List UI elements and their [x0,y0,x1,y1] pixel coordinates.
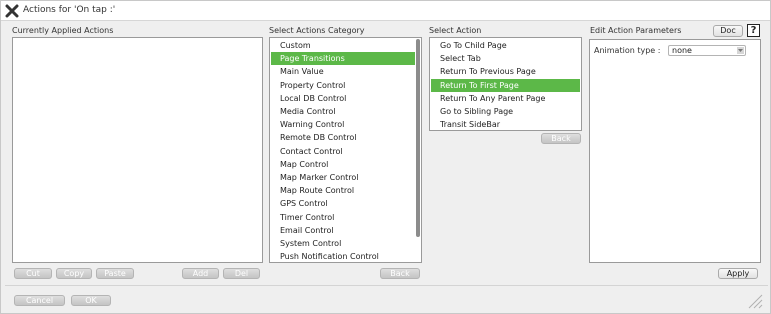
action-list-item[interactable]: Go To Child Page [431,39,580,52]
category-scrollbar[interactable] [416,39,420,237]
category-list-item[interactable]: Warning Control [271,118,415,131]
dialog-title: Actions for 'On tap :' [23,5,116,15]
category-list-item[interactable]: Email Control [271,224,415,237]
category-list-item[interactable]: Timer Control [271,211,415,224]
footer-divider [5,285,768,286]
category-list-item[interactable]: Main Value [271,65,415,78]
action-list-item[interactable]: Go to Sibling Page [431,105,580,118]
paste-button[interactable]: Paste [96,268,134,279]
apply-button[interactable]: Apply [718,268,758,279]
category-heading: Select Actions Category [269,26,365,35]
category-list-item[interactable]: Map Control [271,158,415,171]
category-list-item[interactable]: GPS Control [271,197,415,210]
action-list-item[interactable]: Return To Any Parent Page [431,92,580,105]
category-list-item[interactable]: Local DB Control [271,92,415,105]
action-list-item[interactable]: Return To First Page [431,78,580,92]
animation-type-value: none [672,46,692,55]
cancel-button[interactable]: Cancel [14,295,65,306]
cut-button[interactable]: Cut [14,268,52,279]
params-panel: Animation type : none [589,39,761,263]
category-list-item[interactable]: Map Route Control [271,184,415,197]
actions-dialog: Actions for 'On tap :' Currently Applied… [0,0,771,314]
delete-button[interactable]: Del [223,268,260,279]
category-list-item[interactable]: System Control [271,237,415,250]
title-bar: Actions for 'On tap :' [1,1,770,21]
applied-actions-list[interactable] [12,37,263,263]
action-back-button[interactable]: Back [541,133,581,144]
params-heading: Edit Action Parameters [590,26,682,35]
resize-grip-icon[interactable] [745,291,763,309]
add-button[interactable]: Add [182,268,219,279]
applied-actions-heading: Currently Applied Actions [12,26,114,35]
doc-button[interactable]: Doc [713,25,743,37]
close-icon[interactable] [5,4,19,18]
category-back-button[interactable]: Back [380,268,420,279]
animation-type-select[interactable]: none [668,45,746,56]
copy-button[interactable]: Copy [56,268,92,279]
category-list-item[interactable]: Property Control [271,79,415,92]
action-list-item[interactable]: Transit SideBar [431,118,580,130]
category-list-item[interactable]: Remote DB Control [271,131,415,144]
action-heading: Select Action [429,26,482,35]
action-list[interactable]: Go To Child Page Select Tab Return To Prev… [429,37,582,131]
category-list-item[interactable]: Page Transitions [271,52,415,66]
category-list-item[interactable]: Contact Control [271,145,415,158]
help-icon[interactable]: ? [747,24,760,37]
category-list-item[interactable]: Media Control [271,105,415,118]
category-list-item[interactable]: Push Notification Control [271,250,415,262]
action-list-item[interactable]: Return To Previous Page [431,65,580,78]
action-list-item[interactable]: Select Tab [431,52,580,65]
chevron-down-icon [737,47,744,54]
category-list[interactable]: Custom Page Transitions Main Value Property… [269,37,422,263]
animation-type-label: Animation type : [594,46,661,55]
ok-button[interactable]: OK [71,295,111,306]
category-list-item[interactable]: Map Marker Control [271,171,415,184]
category-list-item[interactable]: Custom [271,39,415,52]
